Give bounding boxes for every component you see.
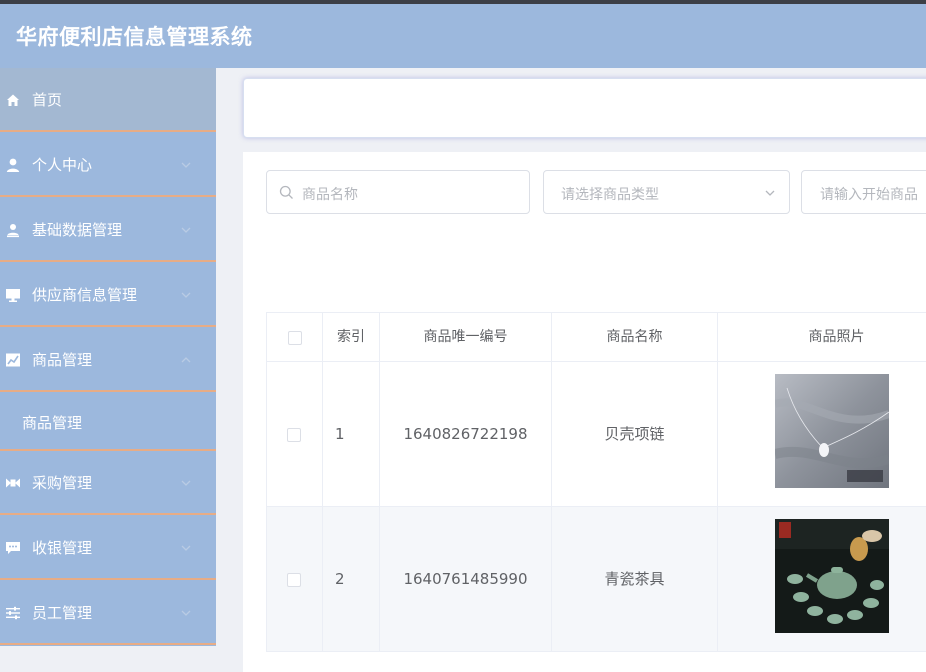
app-header: 华府便利店信息管理系统 <box>0 4 926 68</box>
chevron-up-icon <box>181 357 191 363</box>
sidebar-item-label: 个人中心 <box>32 156 93 174</box>
user-data-icon <box>7 224 19 238</box>
chat-icon <box>6 542 20 554</box>
main-content: 商品名称 请选择商品类型 请输入开始商品 索引 商品唯一编号 商品名称 商品照片… <box>216 68 926 672</box>
row-checkbox[interactable] <box>287 428 301 442</box>
search-icon <box>279 185 293 199</box>
chevron-down-icon <box>181 545 191 551</box>
row-photo-cell <box>718 362 926 507</box>
sliders-icon <box>6 606 20 620</box>
home-icon <box>7 94 19 106</box>
sidebar-item-label: 供应商信息管理 <box>32 286 138 304</box>
column-header-index: 索引 <box>323 312 380 362</box>
chevron-down-icon <box>181 292 191 298</box>
sidebar-item-label: 收银管理 <box>32 539 93 557</box>
sidebar-item-personal-center[interactable]: 个人中心 <box>0 133 216 197</box>
row-select-cell <box>266 507 323 652</box>
monitor-icon <box>6 289 20 302</box>
goods-type-select[interactable]: 请选择商品类型 <box>543 170 790 214</box>
column-header-photo: 商品照片 <box>718 312 926 362</box>
breadcrumb-bar <box>243 78 926 138</box>
list-panel: 商品名称 请选择商品类型 请输入开始商品 索引 商品唯一编号 商品名称 商品照片… <box>243 152 926 672</box>
sidebar: 首页 个人中心 基础数据管理 供应商信息管理 商品管理 商品管理 采购管理 收银… <box>0 68 216 646</box>
chevron-down-icon <box>765 190 775 196</box>
sidebar-item-home[interactable]: 首页 <box>0 68 216 132</box>
sidebar-item-label: 采购管理 <box>32 474 93 492</box>
table-row[interactable]: 2 1640761485990 青瓷茶具 <box>266 507 926 652</box>
sidebar-item-label: 首页 <box>32 91 63 109</box>
column-header-name: 商品名称 <box>552 312 718 362</box>
select-all-checkbox[interactable] <box>288 331 302 345</box>
sidebar-item-label: 商品管理 <box>32 351 93 369</box>
chevron-down-icon <box>181 227 191 233</box>
sidebar-subitem-goods[interactable]: 商品管理 <box>0 393 216 451</box>
select-all-header <box>266 312 323 362</box>
chevron-down-icon <box>181 162 191 168</box>
chart-icon <box>6 353 20 367</box>
goods-type-placeholder: 请选择商品类型 <box>561 187 659 203</box>
start-goods-input[interactable]: 请输入开始商品 <box>801 170 926 214</box>
necklace-photo <box>775 374 889 488</box>
goods-name-placeholder: 商品名称 <box>302 187 358 203</box>
table-row[interactable]: 1 1640826722198 贝壳项链 <box>266 362 926 507</box>
sidebar-item-goods[interactable]: 商品管理 <box>0 328 216 392</box>
row-index: 2 <box>323 507 380 652</box>
sidebar-item-label: 商品管理 <box>22 414 83 432</box>
row-index: 1 <box>323 362 380 507</box>
chevron-down-icon <box>181 610 191 616</box>
chevron-down-icon <box>181 480 191 486</box>
row-select-cell <box>266 362 323 507</box>
sidebar-item-base-data[interactable]: 基础数据管理 <box>0 198 216 262</box>
row-code: 1640826722198 <box>380 362 552 507</box>
sidebar-item-purchase[interactable]: 采购管理 <box>0 451 216 515</box>
sidebar-item-label: 员工管理 <box>32 604 93 622</box>
row-name: 贝壳项链 <box>552 362 718 507</box>
row-code: 1640761485990 <box>380 507 552 652</box>
user-icon <box>6 158 20 172</box>
column-header-code: 商品唯一编号 <box>380 312 552 362</box>
row-name: 青瓷茶具 <box>552 507 718 652</box>
tea-set-photo <box>775 519 889 633</box>
goods-name-search-input[interactable]: 商品名称 <box>266 170 530 214</box>
sidebar-item-cashier[interactable]: 收银管理 <box>0 516 216 580</box>
ticket-icon <box>6 478 20 488</box>
app-title: 华府便利店信息管理系统 <box>16 25 253 49</box>
row-checkbox[interactable] <box>287 573 301 587</box>
sidebar-item-supplier[interactable]: 供应商信息管理 <box>0 263 216 327</box>
start-goods-placeholder: 请输入开始商品 <box>820 187 918 203</box>
sidebar-item-staff[interactable]: 员工管理 <box>0 581 216 645</box>
row-photo-cell <box>718 507 926 652</box>
sidebar-item-label: 基础数据管理 <box>32 221 123 239</box>
